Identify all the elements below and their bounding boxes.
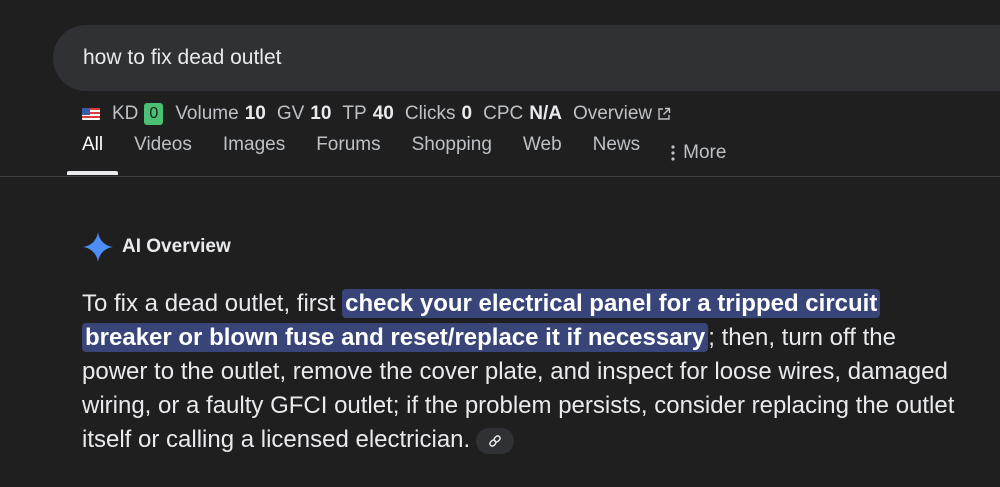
tab-images[interactable]: Images — [208, 130, 300, 171]
overview-label: Overview — [572, 103, 653, 124]
tab-label: News — [592, 134, 641, 155]
tab-forums[interactable]: Forums — [301, 130, 395, 171]
tp-value: 40 — [372, 103, 394, 124]
tab-web[interactable]: Web — [508, 130, 577, 171]
tabs-divider — [0, 176, 1000, 177]
ai-overview-title: AI Overview — [122, 236, 231, 257]
more-vert-icon — [671, 144, 675, 161]
kd-label: KD — [112, 103, 139, 124]
us-flag-icon[interactable] — [82, 108, 100, 120]
keyword-metrics-bar: KD 0 Volume 10 GV 10 TP 40 Clicks 0 CPC … — [82, 101, 671, 127]
ai-overview-text: To fix a dead outlet, first check your e… — [82, 287, 962, 457]
gv-value: 10 — [310, 103, 332, 124]
link-icon — [488, 434, 502, 448]
cpc-label: CPC — [483, 103, 524, 124]
cpc-value: N/A — [529, 103, 562, 124]
ai-overview-header: AI Overview — [82, 231, 231, 263]
tab-label: Web — [522, 134, 562, 155]
tab-label: Images — [222, 134, 286, 155]
clicks-value: 0 — [461, 103, 473, 124]
tab-label: Forums — [316, 134, 381, 155]
clicks-label: Clicks — [404, 103, 456, 124]
sparkle-icon — [82, 231, 114, 263]
kd-badge: 0 — [144, 103, 164, 125]
volume-label: Volume — [175, 103, 239, 124]
volume-value: 10 — [244, 103, 266, 124]
tab-label: All — [82, 134, 104, 155]
tab-all[interactable]: All — [67, 130, 119, 175]
tab-more[interactable]: More — [656, 130, 741, 171]
external-link-icon — [657, 107, 671, 121]
search-tabs: All Videos Images Forums Shopping Web Ne… — [67, 130, 742, 175]
tp-label: TP — [342, 103, 367, 124]
tab-shopping[interactable]: Shopping — [397, 130, 507, 171]
search-input[interactable]: how to fix dead outlet — [83, 46, 281, 70]
tab-news[interactable]: News — [578, 130, 656, 171]
tab-label: Videos — [134, 134, 192, 155]
tab-label: More — [683, 141, 727, 163]
tab-videos[interactable]: Videos — [119, 130, 207, 171]
source-link-button[interactable] — [476, 427, 515, 454]
tab-label: Shopping — [411, 134, 492, 155]
ai-text-intro: To fix a dead outlet, first — [82, 290, 343, 317]
search-box[interactable]: how to fix dead outlet — [53, 25, 1000, 91]
gv-label: GV — [276, 103, 305, 124]
overview-link[interactable]: Overview — [573, 103, 671, 125]
